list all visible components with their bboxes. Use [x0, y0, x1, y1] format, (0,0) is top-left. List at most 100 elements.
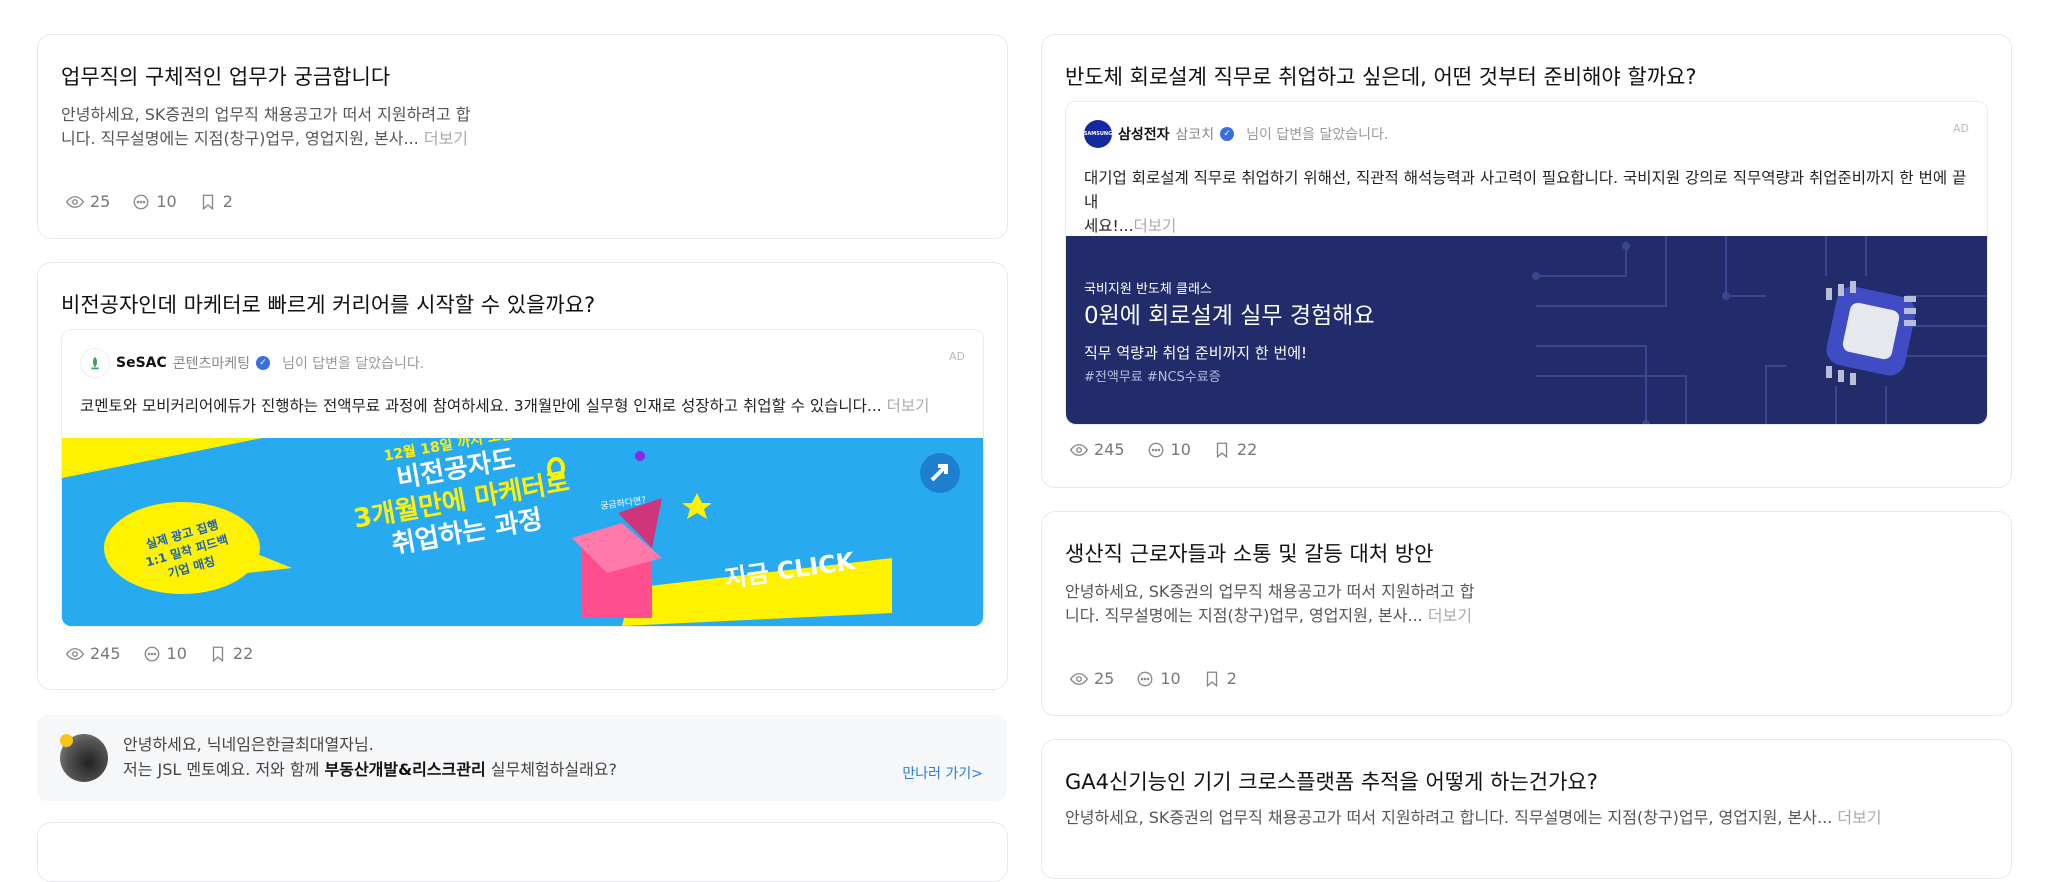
- ad-answer[interactable]: SeSAC 콘텐츠마케팅 ✓ 님이 답변을 달았습니다. AD 코멘토와 모비커…: [61, 329, 984, 627]
- stats-row: 25 10 2: [1070, 669, 1237, 688]
- excerpt-line: 니다. 직무설명에는 지점(창구)업무, 영업지원, 본사...: [1065, 606, 1423, 625]
- question-excerpt: 안녕하세요, SK증권의 업무직 채용공고가 떠서 지원하려고 합 니다. 직무…: [1065, 580, 1475, 628]
- stats-row: 245 10 22: [66, 644, 253, 663]
- more-link[interactable]: 더보기: [424, 129, 468, 148]
- verified-icon: ✓: [1220, 127, 1235, 141]
- ad-banner[interactable]: 실제 광고 집행 1:1 밀착 피드백 기업 매칭 12월 18일 까지 모집!…: [62, 438, 983, 626]
- more-link[interactable]: 더보기: [887, 397, 930, 415]
- mentor-intro: 저는 JSL 멘토예요. 저와 함께 부동산개발&리스크관리 실무체험하실래요?: [123, 757, 617, 782]
- excerpt-line: 안녕하세요, SK증권의 업무직 채용공고가 떠서 지원하려고 합: [1065, 582, 1475, 601]
- views-stat: 25: [1070, 669, 1114, 688]
- mentor-topic: 부동산개발&리스크관리: [324, 760, 486, 779]
- comments-stat[interactable]: 10: [143, 644, 187, 663]
- ad-body: 코멘토와 모비커리어에듀가 진행하는 전액무료 과정에 참여하세요. 3개월만에…: [80, 397, 882, 415]
- ad-body: 대기업 회로설계 직무로 취업하기 위해선, 직관적 해석능력과 사고력이 필요…: [1084, 169, 1967, 211]
- question-title[interactable]: 반도체 회로설계 직무로 취업하고 싶은데, 어떤 것부터 준비해야 할까요?: [1065, 61, 1697, 91]
- comment-icon: [1148, 442, 1163, 457]
- comment-icon: [133, 194, 149, 209]
- question-title[interactable]: 업무직의 구체적인 업무가 궁금합니다: [61, 61, 390, 91]
- mentor-intro-text: 저는 JSL 멘토예요. 저와 함께: [123, 760, 325, 779]
- question-title[interactable]: 비전공자인데 마케터로 빠르게 커리어를 시작할 수 있을까요?: [61, 289, 595, 319]
- mentor-intro-text: 실무체험하실래요?: [485, 760, 618, 779]
- comments-count: 10: [1170, 440, 1191, 459]
- bookmark-icon: [1206, 671, 1217, 687]
- ad-suffix: 님이 답변을 달았습니다.: [282, 356, 425, 372]
- views-stat: 245: [66, 644, 121, 663]
- views-stat: 245: [1070, 440, 1125, 459]
- question-card[interactable]: [37, 822, 1008, 882]
- excerpt-line: 안녕하세요, SK증권의 업무직 채용공고가 떠서 지원하려고 합니다. 직무설…: [1065, 808, 1833, 827]
- bookmarks-stat[interactable]: 2: [1203, 669, 1237, 688]
- comments-count: 10: [156, 192, 177, 211]
- circuit-graphic: [1532, 236, 1987, 424]
- views-count: 245: [1094, 440, 1125, 459]
- comments-stat[interactable]: 10: [1147, 440, 1191, 459]
- question-title[interactable]: 생산직 근로자들과 소통 및 갈등 대처 방안: [1065, 538, 1434, 568]
- stats-row: 25 10 2: [66, 192, 233, 211]
- bookmarks-count: 22: [232, 644, 254, 663]
- ad-answer[interactable]: SAMSUNG 삼성전자 삼코치 ✓ 님이 답변을 달았습니다. AD 대기업 …: [1065, 101, 1988, 425]
- bookmark-icon: [212, 646, 224, 662]
- question-card[interactable]: 비전공자인데 마케터로 빠르게 커리어를 시작할 수 있을까요? SeSAC 콘…: [37, 262, 1008, 690]
- ad-text: 코멘토와 모비커리어에듀가 진행하는 전액무료 과정에 참여하세요. 3개월만에…: [80, 394, 965, 418]
- bookmarks-stat[interactable]: 2: [199, 192, 233, 211]
- comments-stat[interactable]: 10: [132, 192, 177, 211]
- excerpt-line: 니다. 직무설명에는 지점(창구)업무, 영업지원, 본사...: [61, 129, 419, 148]
- meet-mentor-link[interactable]: 만나러 가기>: [902, 763, 983, 783]
- excerpt-line: 안녕하세요, SK증권의 업무직 채용공고가 떠서 지원하려고 합: [61, 105, 471, 124]
- ad-author: SAMSUNG 삼성전자 삼코치 ✓ 님이 답변을 달았습니다.: [1084, 120, 1388, 148]
- bookmark-icon: [202, 194, 213, 210]
- ad-author-role: 삼코치: [1175, 127, 1215, 143]
- question-title[interactable]: GA4신기능인 기기 크로스플랫폼 추적을 어떻게 하는건가요?: [1065, 766, 1598, 796]
- more-link[interactable]: 더보기: [1428, 606, 1472, 625]
- mentor-greeting: 안녕하세요, 닉네임은한글최대열자님.: [123, 735, 374, 754]
- comment-icon: [1137, 671, 1153, 686]
- banner-sub: 직무 역량과 취업 준비까지 한 번에!: [1084, 344, 1308, 362]
- ad-suffix: 님이 답변을 달았습니다.: [1246, 127, 1389, 143]
- eye-icon: [66, 647, 84, 660]
- comment-icon: [144, 646, 159, 661]
- bookmarks-count: 2: [1226, 669, 1237, 688]
- eye-icon: [66, 195, 84, 208]
- ad-author-name: 삼성전자: [1118, 127, 1170, 143]
- sesac-logo: [80, 348, 110, 378]
- ad-text: 대기업 회로설계 직무로 취업하기 위해선, 직관적 해석능력과 사고력이 필요…: [1084, 166, 1969, 238]
- views-count: 25: [1094, 669, 1115, 688]
- question-excerpt: 안녕하세요, SK증권의 업무직 채용공고가 떠서 지원하려고 합 니다. 직무…: [61, 103, 471, 151]
- ad-author-name: SeSAC: [116, 355, 167, 371]
- more-link[interactable]: 더보기: [1134, 217, 1177, 235]
- comments-count: 10: [1160, 669, 1181, 688]
- mentor-message: 안녕하세요, 닉네임은한글최대열자님. 저는 JSL 멘토예요. 저와 함께 부…: [123, 732, 617, 782]
- online-dot: [60, 734, 73, 747]
- views-count: 245: [90, 644, 121, 663]
- ad-author-role: 콘텐츠마케팅: [172, 356, 251, 372]
- comments-count: 10: [166, 644, 187, 663]
- bookmarks-count: 22: [1236, 440, 1258, 459]
- more-link[interactable]: 더보기: [1837, 808, 1881, 827]
- verified-icon: ✓: [256, 356, 271, 370]
- ad-author: SeSAC 콘텐츠마케팅 ✓ 님이 답변을 달았습니다.: [80, 348, 424, 378]
- ad-banner[interactable]: 국비지원 반도체 클래스 0원에 회로설계 실무 경험해요 직무 역량과 취업 …: [1066, 236, 1987, 424]
- banner-tags: #전액무료 #NCS수료증: [1084, 370, 1221, 385]
- views-stat: 25: [66, 192, 110, 211]
- ad-label: AD: [1953, 122, 1969, 135]
- samsung-logo: SAMSUNG: [1084, 120, 1112, 148]
- question-card[interactable]: 업무직의 구체적인 업무가 궁금합니다 안녕하세요, SK증권의 업무직 채용공…: [37, 34, 1008, 239]
- question-excerpt: 안녕하세요, SK증권의 업무직 채용공고가 떠서 지원하려고 합니다. 직무설…: [1065, 806, 1882, 830]
- ad-body: 세요!...: [1084, 217, 1134, 235]
- mentor-banner[interactable]: 안녕하세요, 닉네임은한글최대열자님. 저는 JSL 멘토예요. 저와 함께 부…: [37, 715, 1007, 801]
- bookmarks-stat[interactable]: 22: [209, 644, 253, 663]
- bookmarks-stat[interactable]: 22: [1213, 440, 1257, 459]
- ad-label: AD: [949, 350, 965, 363]
- eye-icon: [1070, 443, 1088, 456]
- banner-headline: 0원에 회로설계 실무 경험해요: [1084, 303, 1375, 329]
- stats-row: 245 10 22: [1070, 440, 1257, 459]
- mentor-avatar: [60, 734, 108, 782]
- bookmarks-count: 2: [222, 192, 233, 211]
- question-card[interactable]: GA4신기능인 기기 크로스플랫폼 추적을 어떻게 하는건가요? 안녕하세요, …: [1041, 739, 2012, 879]
- question-card[interactable]: 생산직 근로자들과 소통 및 갈등 대처 방안 안녕하세요, SK증권의 업무직…: [1041, 511, 2012, 716]
- comments-stat[interactable]: 10: [1136, 669, 1181, 688]
- views-count: 25: [90, 192, 111, 211]
- banner-kicker: 국비지원 반도체 클래스: [1084, 282, 1212, 297]
- question-card[interactable]: 반도체 회로설계 직무로 취업하고 싶은데, 어떤 것부터 준비해야 할까요? …: [1041, 34, 2012, 488]
